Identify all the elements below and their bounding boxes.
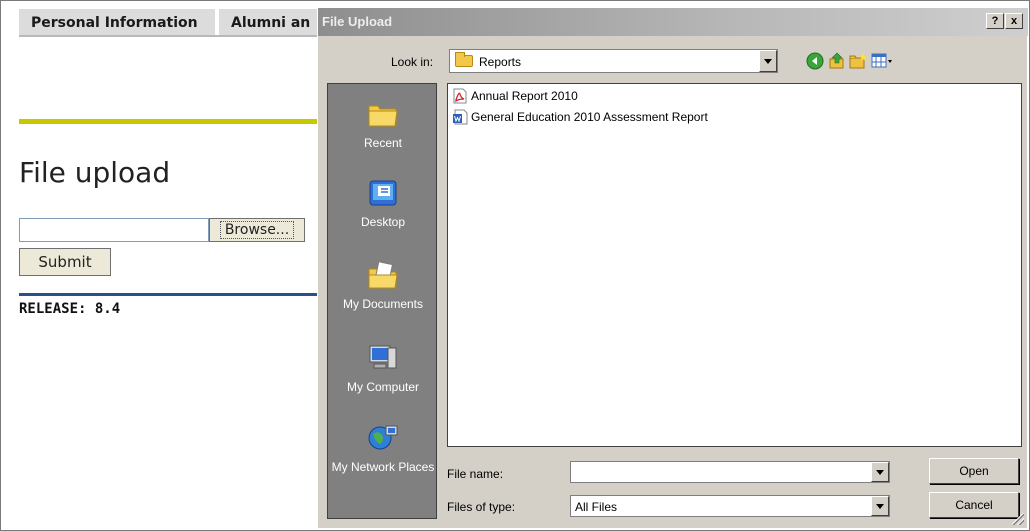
file-item-general-education[interactable]: General Education 2010 Assessment Report — [452, 108, 708, 126]
release-text: RELEASE: 8.4 — [19, 301, 121, 317]
cancel-button[interactable]: Cancel — [929, 492, 1019, 518]
help-button[interactable]: ? — [986, 13, 1004, 29]
tab-alumni[interactable]: Alumni an — [219, 9, 331, 35]
place-label: My Network Places — [331, 460, 435, 474]
recent-folder-icon — [368, 105, 398, 127]
file-name-field-label: File name: — [447, 467, 504, 481]
place-desktop[interactable]: Desktop — [328, 177, 438, 229]
look-in-value: Reports — [479, 55, 522, 69]
dialog-title: File Upload — [322, 14, 393, 29]
files-of-type-label: Files of type: — [447, 500, 516, 514]
pdf-file-icon — [453, 88, 467, 104]
file-item-annual-report[interactable]: Annual Report 2010 — [452, 87, 578, 105]
my-computer-icon — [369, 345, 397, 369]
dialog-titlebar[interactable]: File Upload ? x — [318, 8, 1028, 36]
place-label: My Documents — [342, 297, 424, 311]
file-upload-dialog: File Upload ? x Look in: Reports Recent … — [317, 8, 1028, 528]
view-menu-icon[interactable] — [871, 52, 893, 70]
files-of-type-value: All Files — [575, 500, 618, 514]
place-label: Desktop — [360, 215, 406, 229]
page-title: File upload — [19, 156, 171, 189]
place-my-network-places[interactable]: My Network Places — [328, 422, 438, 474]
file-name-field[interactable] — [570, 461, 890, 483]
submit-button[interactable]: Submit — [19, 248, 111, 276]
browse-button[interactable]: Browse... — [209, 218, 305, 242]
chevron-down-icon[interactable] — [871, 496, 889, 516]
file-name-label: General Education 2010 Assessment Report — [471, 110, 708, 124]
file-path-input[interactable] — [19, 218, 209, 242]
look-in-label: Look in: — [391, 55, 434, 69]
network-places-icon — [368, 425, 398, 450]
look-in-dropdown[interactable]: Reports — [449, 49, 778, 73]
tab-personal-information[interactable]: Personal Information — [19, 9, 217, 35]
desktop-icon — [369, 180, 397, 206]
places-bar: Recent Desktop My Documents My Computer … — [327, 83, 437, 519]
open-button[interactable]: Open — [929, 458, 1019, 484]
gold-divider — [19, 119, 319, 124]
up-folder-icon[interactable] — [828, 52, 846, 70]
place-label: My Computer — [346, 380, 420, 394]
word-file-icon — [453, 109, 468, 125]
files-of-type-dropdown[interactable]: All Files — [570, 495, 890, 517]
tab-divider — [19, 35, 319, 37]
new-folder-icon[interactable] — [849, 52, 867, 70]
my-documents-icon — [368, 261, 398, 289]
place-recent[interactable]: Recent — [328, 98, 438, 150]
place-label: Recent — [363, 136, 403, 150]
close-button[interactable]: x — [1005, 13, 1023, 29]
back-icon[interactable] — [806, 52, 824, 70]
file-name-label: Annual Report 2010 — [471, 89, 578, 103]
tab-bar: Personal Information Alumni an — [1, 1, 331, 37]
place-my-documents[interactable]: My Documents — [328, 259, 438, 311]
blue-divider — [19, 293, 319, 296]
place-my-computer[interactable]: My Computer — [328, 342, 438, 394]
chevron-down-icon[interactable] — [759, 50, 777, 72]
resize-grip-icon[interactable] — [1012, 513, 1024, 525]
folder-icon — [455, 52, 473, 67]
file-list[interactable]: Annual Report 2010 General Education 201… — [447, 83, 1022, 447]
browse-button-label: Browse... — [219, 221, 295, 239]
chevron-down-icon[interactable] — [871, 462, 889, 482]
